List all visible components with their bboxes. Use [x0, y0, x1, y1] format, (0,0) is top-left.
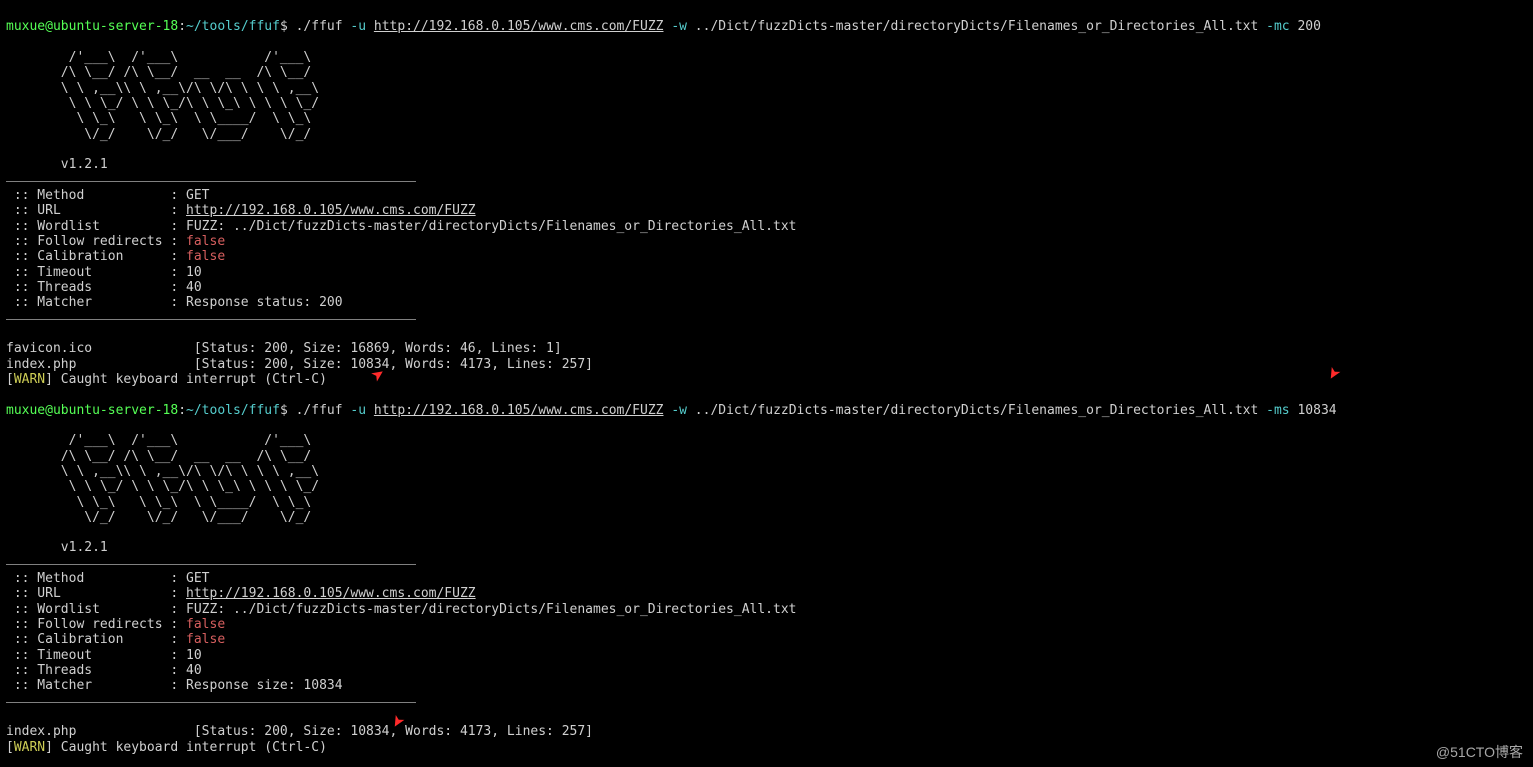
- flag-w: -w: [671, 403, 687, 418]
- divider: [6, 564, 416, 565]
- config-row: :: Timeout : 10: [6, 265, 202, 280]
- warn-tag: WARN: [14, 372, 45, 387]
- wordlist-path: ../Dict/fuzzDicts-master/directoryDicts/…: [695, 19, 1259, 34]
- warn-line: [WARN] Caught keyboard interrupt (Ctrl-C…: [6, 740, 327, 755]
- flag-ms-value: 10834: [1297, 403, 1336, 418]
- terminal-output: muxue@ubuntu-server-18:~/tools/ffuf$ ./f…: [0, 0, 1533, 761]
- config-row: :: Method : GET: [6, 571, 210, 586]
- prompt-host: ubuntu-server-18: [53, 19, 178, 34]
- config-row: :: Matcher : Response status: 200: [6, 295, 343, 310]
- watermark-label: @51CTO博客: [1436, 744, 1523, 761]
- flag-u: -u: [350, 19, 366, 34]
- config-row: :: Follow redirects : false: [6, 617, 225, 632]
- config-row: :: Timeout : 10: [6, 648, 202, 663]
- divider: [6, 181, 416, 182]
- prompt-cwd: ~/tools/ffuf: [186, 19, 280, 34]
- divider: [6, 319, 416, 320]
- config-row: :: Threads : 40: [6, 280, 202, 295]
- flag-w: -w: [671, 19, 687, 34]
- warn-line: [WARN] Caught keyboard interrupt (Ctrl-C…: [6, 372, 327, 387]
- divider: [6, 702, 416, 703]
- config-row: :: Matcher : Response size: 10834: [6, 678, 343, 693]
- config-url-link[interactable]: http://192.168.0.105/www.cms.com/FUZZ: [186, 586, 476, 601]
- flag-ms: -ms: [1266, 403, 1289, 418]
- config-row: :: Method : GET: [6, 188, 210, 203]
- config-row: :: Follow redirects : false: [6, 234, 225, 249]
- config-row: :: Wordlist : FUZZ: ../Dict/fuzzDicts-ma…: [6, 602, 797, 617]
- prompt-line-2: muxue@ubuntu-server-18:~/tools/ffuf$ ./f…: [6, 403, 1337, 418]
- cmd-bin: ./ffuf: [296, 19, 343, 34]
- config-row: :: Threads : 40: [6, 663, 202, 678]
- result-row: index.php [Status: 200, Size: 10834, Wor…: [6, 357, 593, 372]
- config-row: :: Wordlist : FUZZ: ../Dict/fuzzDicts-ma…: [6, 219, 797, 234]
- prompt-user: muxue: [6, 19, 45, 34]
- flag-u: -u: [350, 403, 366, 418]
- target-url-link[interactable]: http://192.168.0.105/www.cms.com/FUZZ: [374, 403, 664, 418]
- config-row: :: Calibration : false: [6, 632, 225, 647]
- result-row: favicon.ico [Status: 200, Size: 16869, W…: [6, 341, 562, 356]
- ascii-banner: /'___\ /'___\ /'___\: [6, 433, 366, 448]
- flag-mc-value: 200: [1297, 19, 1320, 34]
- result-row: index.php [Status: 200, Size: 10834, Wor…: [6, 724, 593, 739]
- version-label: v1.2.1: [6, 540, 108, 555]
- config-row: :: URL : http://192.168.0.105/www.cms.co…: [6, 203, 476, 218]
- config-row: :: Calibration : false: [6, 249, 225, 264]
- flag-mc: -mc: [1266, 19, 1289, 34]
- config-row: :: URL : http://192.168.0.105/www.cms.co…: [6, 586, 476, 601]
- version-label: v1.2.1: [6, 157, 108, 172]
- target-url-link[interactable]: http://192.168.0.105/www.cms.com/FUZZ: [374, 19, 664, 34]
- ascii-banner: /'___\ /'___\ /'___\: [6, 50, 366, 65]
- prompt-line-1: muxue@ubuntu-server-18:~/tools/ffuf$ ./f…: [6, 19, 1321, 34]
- config-url-link[interactable]: http://192.168.0.105/www.cms.com/FUZZ: [186, 203, 476, 218]
